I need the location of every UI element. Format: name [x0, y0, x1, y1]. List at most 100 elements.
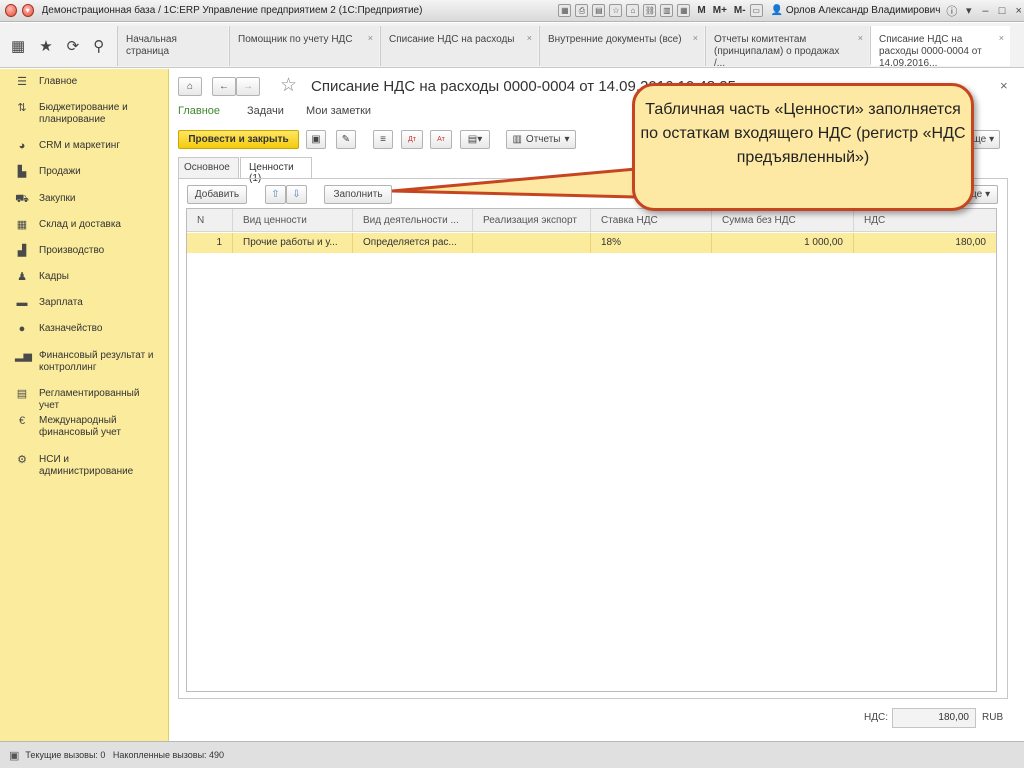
sections-sidebar: ☰ Главное ⇅ Бюджетирование и планирование … — [0, 69, 169, 741]
list-icon: ☰ — [17, 76, 27, 88]
add-row-button[interactable]: Добавить — [187, 185, 247, 204]
cell-export[interactable] — [473, 233, 591, 253]
calendar-icon[interactable]: ▦ — [677, 4, 691, 17]
move-up-button[interactable]: ⇧ — [265, 185, 286, 204]
favorite-star-icon[interactable]: ☆ — [280, 74, 297, 97]
tab-home[interactable]: Начальная страница — [117, 26, 228, 66]
tab-current-document[interactable]: Списание НДС на расходы 0000-0004 от 14.… — [870, 26, 1010, 69]
column-header-n[interactable]: N — [187, 209, 233, 232]
maximize-icon[interactable]: □ — [997, 5, 1008, 17]
sidebar-item-crm[interactable]: ◕ CRM и маркетинг — [0, 140, 169, 153]
values-table[interactable]: N Вид ценности Вид деятельности ... Реал… — [186, 208, 997, 692]
tab-vat-writeoff-list[interactable]: Списание НДС на расходы × — [380, 26, 538, 66]
reports-button[interactable]: ▥ Отчеты ▾ — [506, 130, 576, 149]
close-icon[interactable]: × — [1013, 5, 1024, 17]
column-header-amount[interactable]: Сумма без НДС — [712, 209, 854, 232]
currency-label: RUB — [982, 712, 1004, 723]
sidebar-item-main[interactable]: ☰ Главное — [0, 76, 169, 89]
gear-icon: ⚙ — [17, 454, 27, 466]
cell-vat[interactable]: 180,00 — [854, 233, 996, 253]
close-form-icon[interactable]: × — [1000, 78, 1008, 93]
window-layout-icon[interactable]: ▭ — [749, 4, 763, 17]
tab-close-icon[interactable]: × — [858, 32, 863, 44]
memory-m-button[interactable]: M — [697, 5, 705, 16]
favorites-star-icon[interactable]: ★ — [39, 37, 52, 55]
cell-n[interactable]: 1 — [187, 233, 233, 253]
dropdown-icon[interactable]: ▾ — [21, 4, 34, 17]
column-header-vat[interactable]: НДС — [854, 209, 996, 232]
sidebar-item-financial-result[interactable]: ▂▅ Финансовый результат и контроллинг — [0, 350, 169, 374]
app-menu-icon[interactable] — [5, 4, 17, 17]
sidebar-item-treasury[interactable]: ● Казначейство — [0, 323, 169, 336]
sidebar-item-budgeting[interactable]: ⇅ Бюджетирование и планирование — [0, 102, 169, 126]
post-button[interactable]: ✎ — [336, 130, 356, 149]
tab-label: Внутренние документы (все) — [548, 34, 682, 45]
subnav-main[interactable]: Главное — [178, 105, 220, 117]
forward-button[interactable]: → — [236, 77, 260, 96]
tab-main-details[interactable]: Основное — [178, 157, 239, 178]
tab-internal-docs[interactable]: Внутренние документы (все) × — [539, 26, 704, 66]
cell-activity-type[interactable]: Определяется рас... — [353, 233, 473, 253]
menu-chevron-icon[interactable]: ▾ — [963, 4, 974, 17]
sidebar-item-label: Кадры — [39, 271, 69, 282]
column-header-activity-type[interactable]: Вид деятельности ... — [353, 209, 473, 232]
tab-close-icon[interactable]: × — [527, 32, 532, 44]
tab-close-icon[interactable]: × — [999, 32, 1004, 44]
home-icon[interactable]: ⌂ — [626, 4, 640, 17]
link-icon[interactable]: ⛓ — [643, 4, 657, 17]
ledger-entries-button[interactable]: Ат — [430, 130, 452, 149]
subnav-notes[interactable]: Мои заметки — [306, 105, 371, 117]
column-header-value-type[interactable]: Вид ценности — [233, 209, 353, 232]
favorites-icon[interactable]: ☆ — [609, 4, 623, 17]
search-icon[interactable]: ⚲ — [93, 37, 104, 55]
home-icon: ⌂ — [186, 81, 194, 92]
dt-kt-button[interactable]: Дт — [401, 130, 423, 149]
window-title: Демонстрационная база / 1С:ERP Управлени… — [41, 5, 423, 16]
user-name[interactable]: 👤 Орлов Александр Владимирович — [771, 5, 941, 16]
column-header-vat-rate[interactable]: Ставка НДС — [591, 209, 712, 232]
post-and-close-button[interactable]: Провести и закрыть — [178, 130, 299, 149]
sidebar-item-warehouse[interactable]: ▦ Склад и доставка — [0, 219, 169, 232]
subnav-tasks[interactable]: Задачи — [247, 105, 284, 117]
tab-values[interactable]: Ценности (1) — [240, 157, 312, 184]
apps-grid-icon[interactable]: ▦ — [11, 37, 25, 55]
grid-icon[interactable]: ▦ — [558, 4, 572, 17]
tab-vat-assistant[interactable]: Помощник по учету НДС × — [229, 26, 379, 66]
sidebar-item-admin[interactable]: ⚙ НСИ и администрирование — [0, 454, 169, 478]
cell-amount[interactable]: 1 000,00 — [712, 233, 854, 253]
sidebar-item-regulated-accounting[interactable]: ▤ Регламентированный учет — [0, 388, 169, 412]
memory-minus-button[interactable]: M- — [734, 5, 746, 16]
sidebar-item-international[interactable]: € Международный финансовый учет — [0, 415, 169, 439]
calculator-icon[interactable]: ▥ — [660, 4, 674, 17]
history-icon[interactable]: ⟳ — [67, 37, 80, 55]
memory-plus-button[interactable]: M+ — [713, 5, 727, 16]
sidebar-item-salary[interactable]: ▬ Зарплата — [0, 297, 169, 310]
sidebar-item-purchases[interactable]: ⛟ Закупки — [0, 193, 169, 206]
print-icon[interactable]: ⎙ — [575, 4, 589, 17]
sidebar-item-production[interactable]: ▟ Производство — [0, 245, 169, 258]
sidebar-item-label: Зарплата — [39, 297, 83, 308]
preview-icon[interactable]: ▤ — [592, 4, 606, 17]
cell-value-type[interactable]: Прочие работы и у... — [233, 233, 353, 253]
tab-commission-reports[interactable]: Отчеты комитентам (принципалам) о продаж… — [705, 26, 869, 69]
post-icon: ✎ — [341, 134, 351, 145]
create-based-on-button[interactable]: ▤▾ — [460, 130, 490, 149]
fill-button[interactable]: Заполнить — [324, 185, 392, 204]
server-calls-icon[interactable]: ▣ — [9, 749, 19, 762]
move-down-button[interactable]: ⇩ — [286, 185, 307, 204]
minimize-icon[interactable]: – — [980, 5, 991, 17]
save-button[interactable]: ▣ — [306, 130, 326, 149]
sidebar-item-hr[interactable]: ♟ Кадры — [0, 271, 169, 284]
open-windows-tabbar: ▦ ★ ⟳ ⚲ Начальная страница Помощник по у… — [0, 23, 1024, 69]
info-icon[interactable]: ⓘ — [946, 3, 957, 19]
tab-close-icon[interactable]: × — [693, 32, 698, 44]
table-row[interactable]: 1 Прочие работы и у... Определяется рас.… — [187, 233, 996, 253]
cell-vat-rate[interactable]: 18% — [591, 233, 712, 253]
home-button[interactable]: ⌂ — [178, 77, 202, 96]
back-button[interactable]: ← — [212, 77, 236, 96]
column-header-export[interactable]: Реализация экспорт — [473, 209, 591, 232]
structure-button[interactable]: ≡ — [373, 130, 393, 149]
sidebar-item-sales[interactable]: ▙ Продажи — [0, 166, 169, 179]
tab-close-icon[interactable]: × — [368, 32, 373, 44]
sidebar-item-label: Казначейство — [39, 323, 103, 334]
